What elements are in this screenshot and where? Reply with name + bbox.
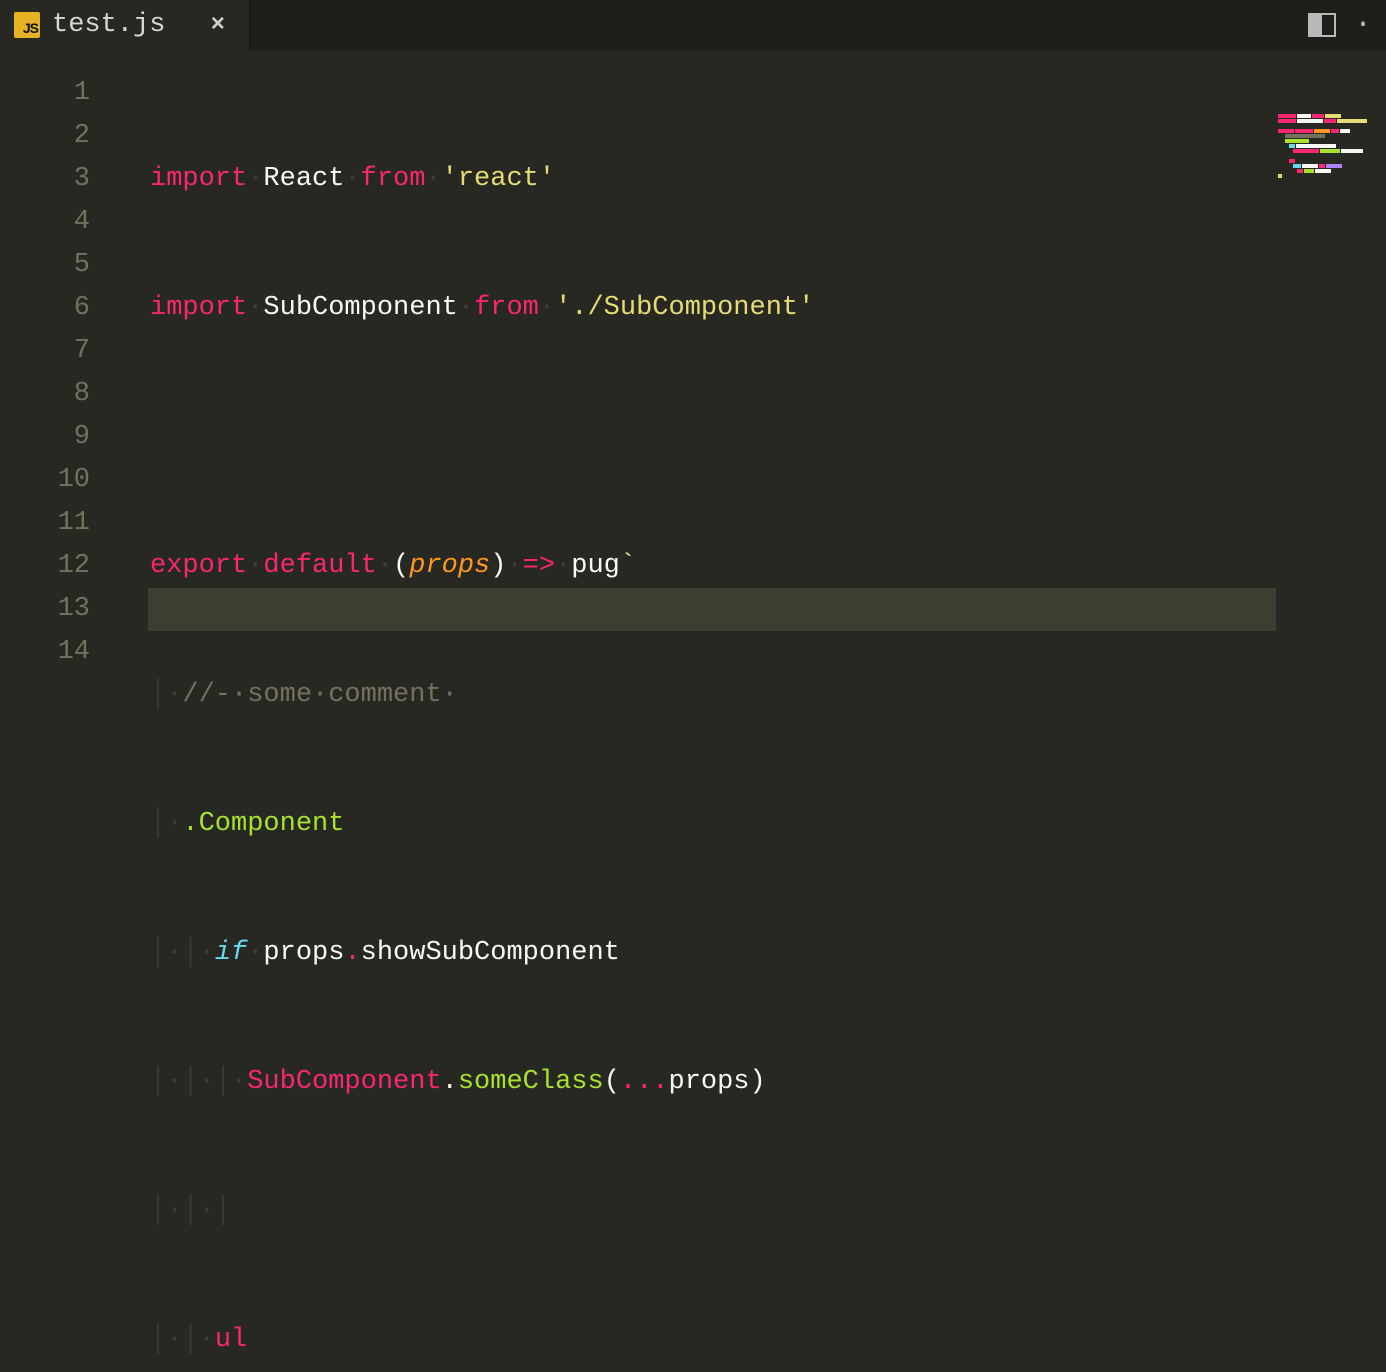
code-line-10[interactable]: │·│·ul (150, 1319, 814, 1362)
tab-test-js[interactable]: JS test.js × (0, 0, 250, 50)
code-line-9[interactable]: │·│·│ (150, 1190, 814, 1233)
code-line-3[interactable] (150, 416, 814, 459)
editor-toolbar: · (1308, 0, 1372, 50)
line-number: 8 (0, 373, 100, 416)
line-number: 14 (0, 631, 100, 674)
editor[interactable]: 1 2 3 4 5 6 7 8 9 10 11 12 13 14 import·… (0, 50, 1386, 686)
code-line-6[interactable]: │·.Component (150, 803, 814, 846)
code-line-5[interactable]: │·//-·some·comment· (150, 674, 814, 717)
code-line-4[interactable]: export·default·(props)·=>·pug` (150, 545, 814, 588)
line-number: 2 (0, 115, 100, 158)
tab-bar: JS test.js × · (0, 0, 1386, 50)
split-editor-icon[interactable] (1308, 13, 1336, 37)
line-number: 10 (0, 459, 100, 502)
line-number: 5 (0, 244, 100, 287)
code-line-7[interactable]: │·│·if·props.showSubComponent (150, 932, 814, 975)
more-icon[interactable]: · (1354, 8, 1372, 42)
code-area[interactable]: import·React·from·'react' import·SubComp… (100, 50, 814, 686)
line-number: 7 (0, 330, 100, 373)
code-line-8[interactable]: │·│·│·SubComponent.someClass(...props) (150, 1061, 814, 1104)
line-number-gutter: 1 2 3 4 5 6 7 8 9 10 11 12 13 14 (0, 50, 100, 686)
line-number: 1 (0, 72, 100, 115)
line-number: 13 (0, 588, 100, 631)
line-number: 4 (0, 201, 100, 244)
code-line-2[interactable]: import·SubComponent·from·'./SubComponent… (150, 287, 814, 330)
line-number: 6 (0, 287, 100, 330)
tab-filename: test.js (52, 10, 199, 40)
js-file-icon: JS (14, 12, 40, 38)
line-number: 3 (0, 158, 100, 201)
code-line-1[interactable]: import·React·from·'react' (150, 158, 814, 201)
line-number: 11 (0, 502, 100, 545)
close-icon[interactable]: × (211, 12, 231, 39)
line-number: 9 (0, 416, 100, 459)
line-number: 12 (0, 545, 100, 588)
minimap[interactable] (1278, 114, 1384, 184)
